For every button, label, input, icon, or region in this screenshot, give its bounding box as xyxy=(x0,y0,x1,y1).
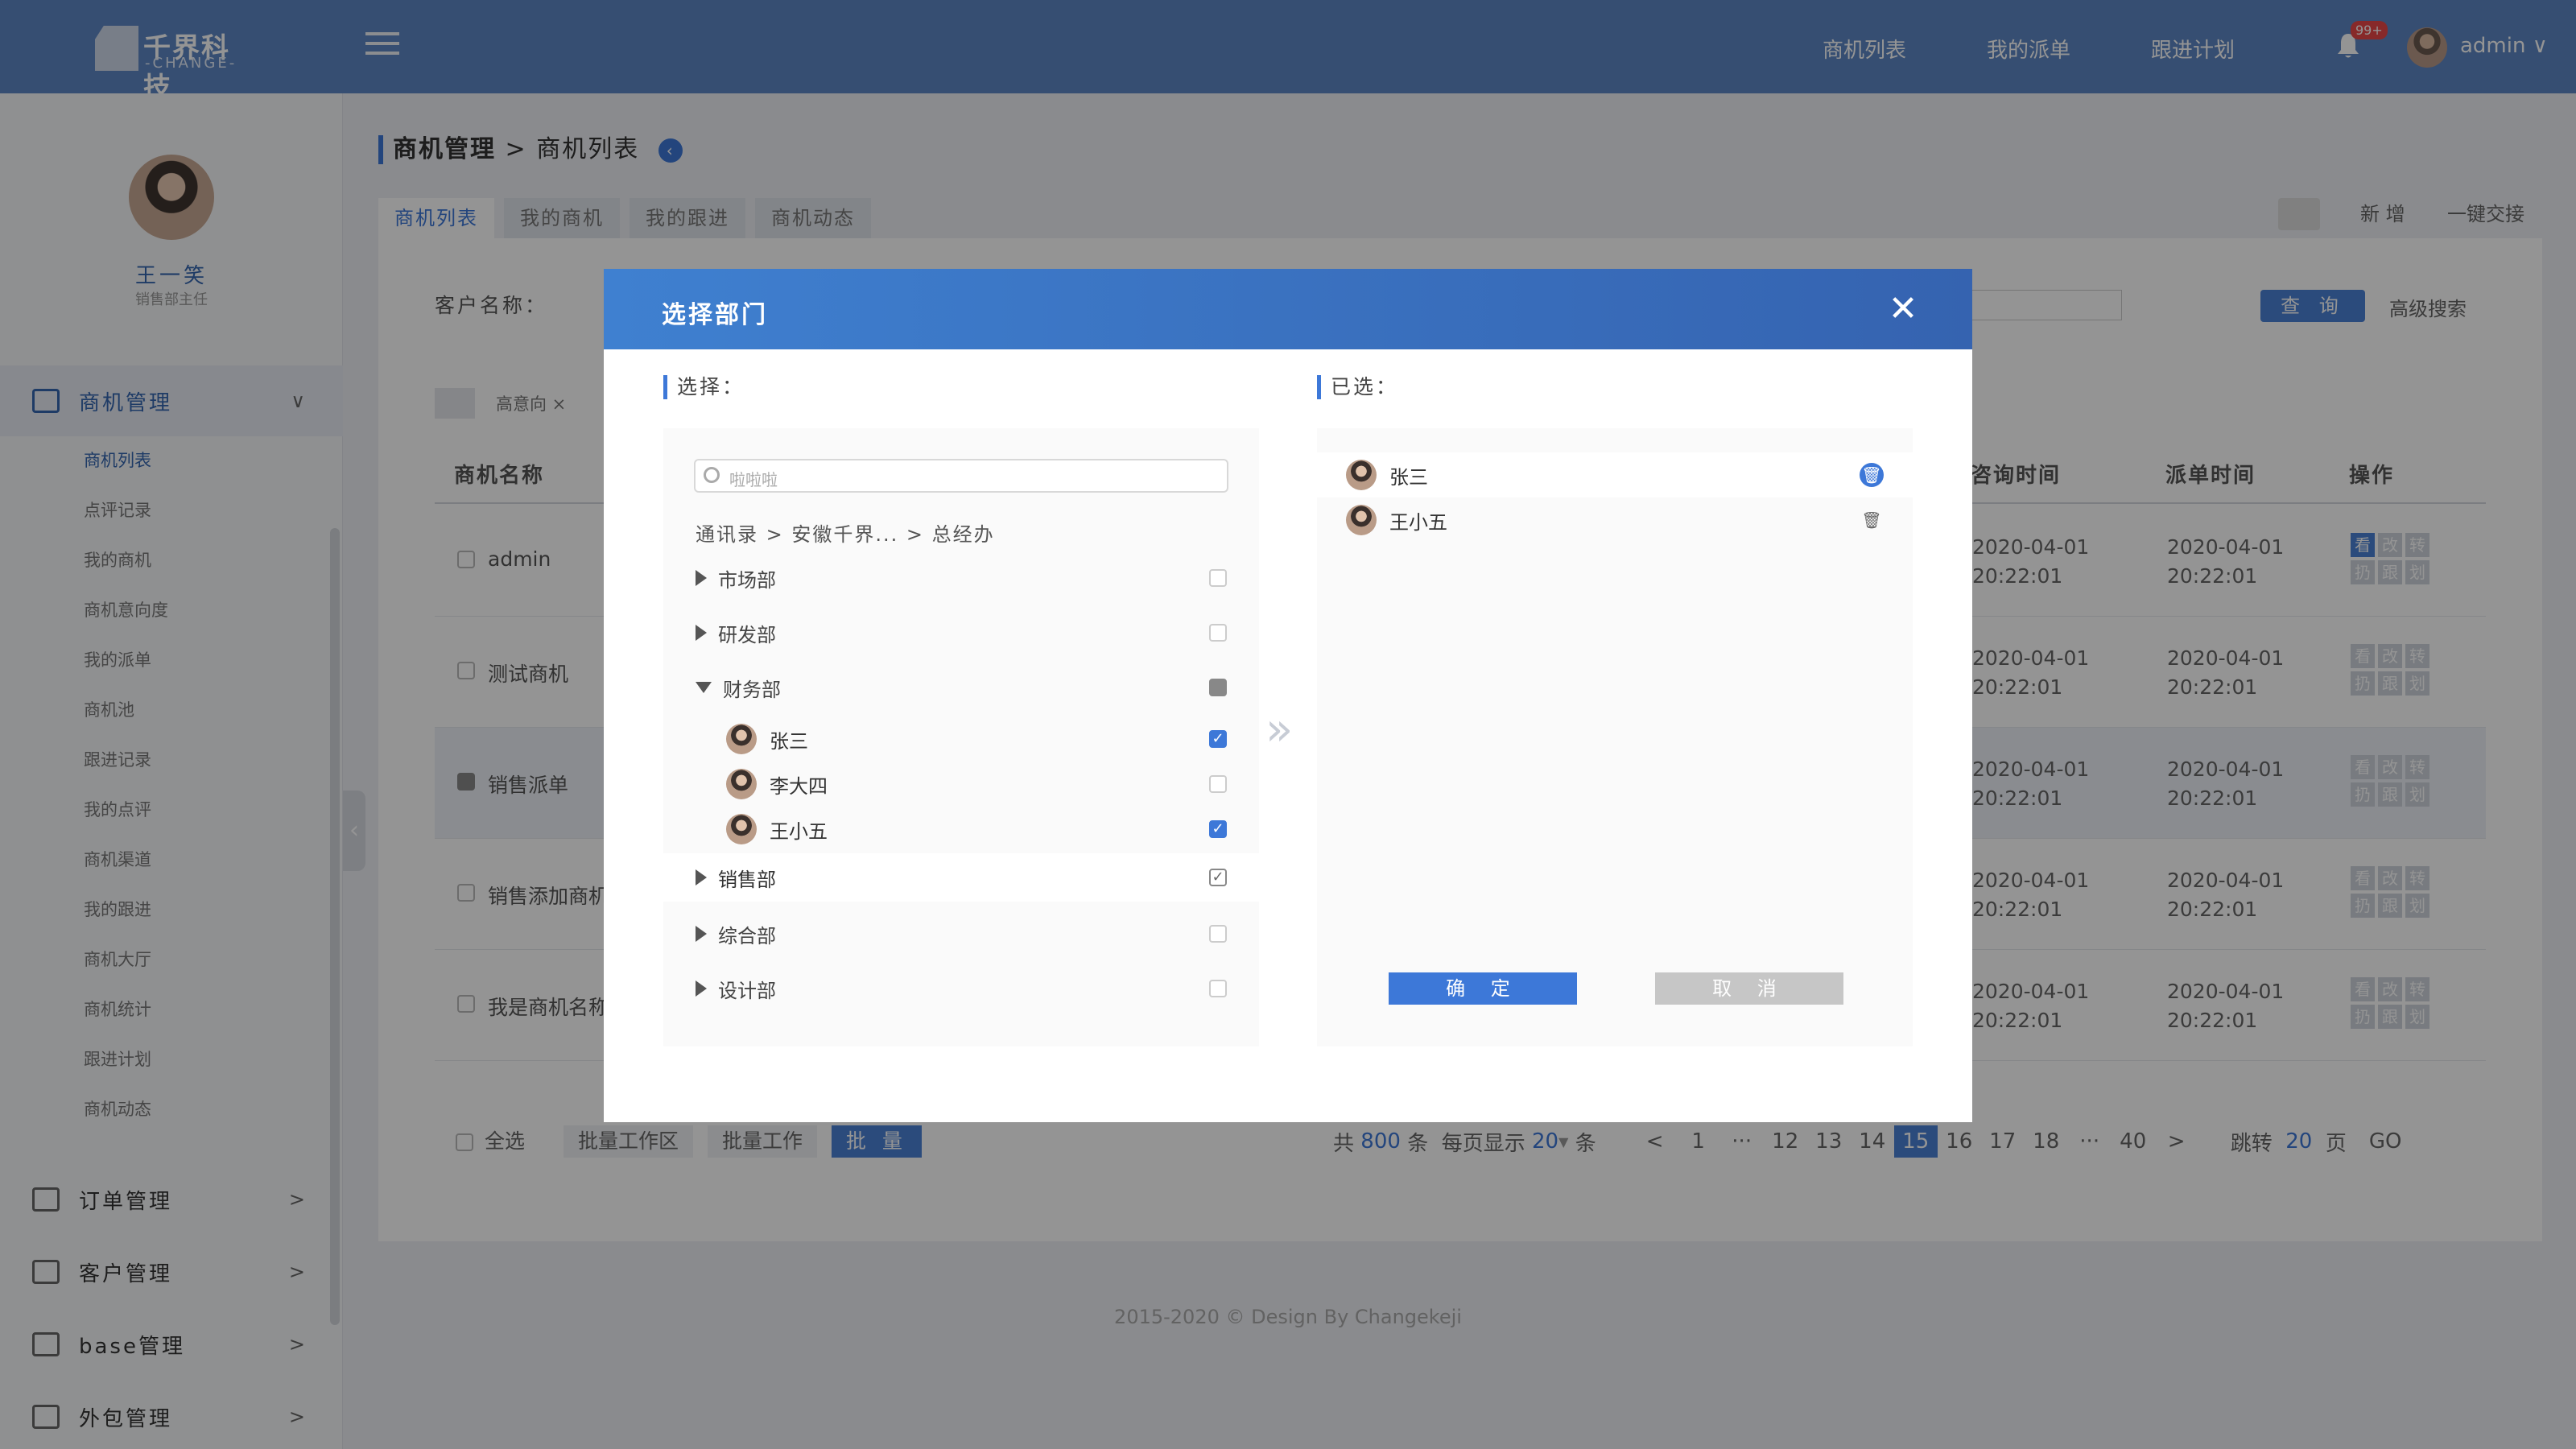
choose-label: 选择： xyxy=(663,375,745,399)
selected-panel: 张三 🗑 王小五 🗑 xyxy=(1317,428,1913,1046)
selected-name: 张三 xyxy=(1389,465,1428,489)
dept-checkbox[interactable] xyxy=(1209,925,1227,943)
person-checkbox[interactable]: ✓ xyxy=(1209,730,1227,748)
dept-checkbox[interactable] xyxy=(1209,569,1227,587)
person-item[interactable]: 张三 ✓ xyxy=(663,716,1259,762)
dept-label: 市场部 xyxy=(718,568,776,592)
tree-node-sales[interactable]: 销售部 ✓ xyxy=(663,853,1259,902)
person-checkbox[interactable] xyxy=(1209,775,1227,793)
person-avatar xyxy=(726,814,757,844)
dept-checkbox-partial[interactable] xyxy=(1209,679,1227,696)
dept-label: 设计部 xyxy=(718,979,776,1002)
person-item[interactable]: 王小五 ✓ xyxy=(663,807,1259,852)
dept-label: 销售部 xyxy=(718,868,776,891)
person-avatar xyxy=(726,769,757,799)
person-name: 王小五 xyxy=(770,819,828,843)
dept-checkbox[interactable]: ✓ xyxy=(1209,869,1227,886)
cancel-button[interactable]: 取 消 xyxy=(1655,972,1843,1005)
tree-node-general[interactable]: 综合部 xyxy=(696,910,1227,958)
search-placeholder: 啦啦啦 xyxy=(729,470,778,489)
collapse-arrow-icon[interactable] xyxy=(696,682,712,693)
dept-label: 研发部 xyxy=(718,623,776,646)
trash-icon[interactable]: 🗑 xyxy=(1860,463,1884,487)
select-department-dialog: 选择部门 ✕ 选择： 已选： 啦啦啦 通讯录 > 安徽千界... > 总经办 市… xyxy=(604,269,1972,1122)
expand-arrow-icon[interactable] xyxy=(696,980,707,997)
person-avatar xyxy=(726,724,757,754)
person-avatar xyxy=(1346,460,1377,490)
dept-label: 财务部 xyxy=(723,678,781,701)
confirm-button[interactable]: 确 定 xyxy=(1389,972,1577,1005)
expand-arrow-icon[interactable] xyxy=(696,926,707,942)
person-name: 李大四 xyxy=(770,774,828,798)
selected-name: 王小五 xyxy=(1389,510,1447,534)
department-search-input[interactable]: 啦啦啦 xyxy=(694,459,1228,493)
selected-label: 已选： xyxy=(1317,375,1398,399)
tree-node-rnd[interactable]: 研发部 xyxy=(696,609,1227,657)
dept-checkbox[interactable] xyxy=(1209,624,1227,642)
tree-node-design[interactable]: 设计部 xyxy=(696,964,1227,1013)
department-tree-panel: 啦啦啦 通讯录 > 安徽千界... > 总经办 市场部 研发部 财务部 张三 ✓… xyxy=(663,428,1259,1046)
tree-node-market[interactable]: 市场部 xyxy=(696,554,1227,602)
tree-node-finance[interactable]: 财务部 xyxy=(696,663,1227,712)
search-icon xyxy=(704,467,720,483)
person-avatar xyxy=(1346,505,1377,535)
dialog-header: 选择部门 ✕ xyxy=(604,269,1972,349)
expand-arrow-icon[interactable] xyxy=(696,869,707,886)
dept-checkbox[interactable] xyxy=(1209,980,1227,997)
expand-arrow-icon[interactable] xyxy=(696,570,707,586)
double-chevron-right-icon: » xyxy=(1265,704,1294,756)
person-name: 张三 xyxy=(770,729,808,753)
close-icon[interactable]: ✕ xyxy=(1885,291,1921,327)
org-path-breadcrumb[interactable]: 通讯录 > 安徽千界... > 总经办 xyxy=(696,518,995,547)
selected-item[interactable]: 张三 🗑 xyxy=(1317,452,1913,497)
person-checkbox[interactable]: ✓ xyxy=(1209,820,1227,838)
dialog-title: 选择部门 xyxy=(662,301,768,329)
dept-label: 综合部 xyxy=(718,924,776,947)
person-item[interactable]: 李大四 xyxy=(663,762,1259,807)
expand-arrow-icon[interactable] xyxy=(696,625,707,641)
selected-item[interactable]: 王小五 🗑 xyxy=(1317,497,1913,543)
trash-icon[interactable]: 🗑 xyxy=(1860,508,1884,532)
